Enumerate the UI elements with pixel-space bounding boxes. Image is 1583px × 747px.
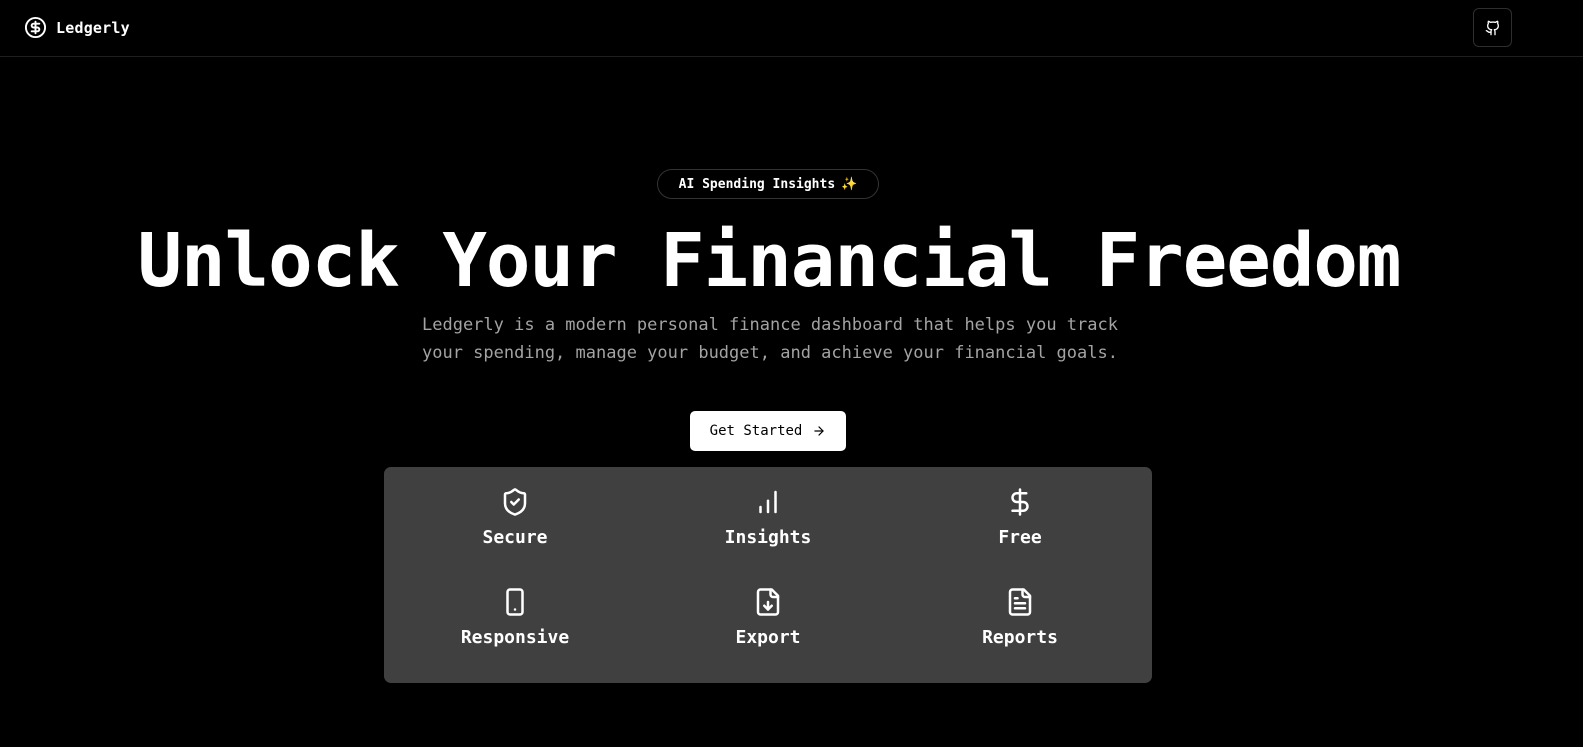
feature-free: Free <box>896 487 1144 567</box>
feature-secure: Secure <box>391 487 639 567</box>
arrow-right-icon <box>814 426 825 436</box>
dollar-sign-icon <box>1011 488 1029 516</box>
sparkle-icon: ✨ <box>841 176 858 192</box>
feature-label: Secure <box>482 527 548 548</box>
github-icon <box>1485 20 1499 35</box>
feature-label: Reports <box>982 627 1058 648</box>
shield-check-icon <box>503 488 527 516</box>
features-panel: Secure Insights Free Responsive Export R… <box>384 467 1152 683</box>
smartphone-icon <box>506 588 524 616</box>
feature-reports: Reports <box>896 587 1144 667</box>
hero-subtitle: Ledgerly is a modern personal finance da… <box>422 315 1118 363</box>
feature-label: Export <box>735 627 801 648</box>
badge-label: AI Spending Insights <box>678 176 836 192</box>
github-button[interactable] <box>1473 8 1512 47</box>
feature-label: Responsive <box>460 627 570 648</box>
bar-chart-icon <box>759 490 777 514</box>
ai-insights-badge: AI Spending Insights ✨ <box>657 169 879 199</box>
get-started-button[interactable]: Get Started <box>690 411 846 451</box>
file-download-icon <box>756 588 780 616</box>
top-nav-bar: Ledgerly <box>0 0 1583 57</box>
feature-export: Export <box>644 587 892 667</box>
file-text-icon <box>1008 588 1032 616</box>
get-started-label: Get Started <box>709 423 803 439</box>
feature-label: Insights <box>724 527 812 548</box>
brand-logo-link[interactable]: Ledgerly <box>24 16 130 39</box>
feature-label: Free <box>998 527 1042 548</box>
hero-headline: Unlock Your Financial Freedom <box>137 218 1401 304</box>
brand-name: Ledgerly <box>56 18 130 37</box>
dollar-circle-icon <box>24 16 47 39</box>
feature-responsive: Responsive <box>391 587 639 667</box>
feature-insights: Insights <box>644 487 892 567</box>
